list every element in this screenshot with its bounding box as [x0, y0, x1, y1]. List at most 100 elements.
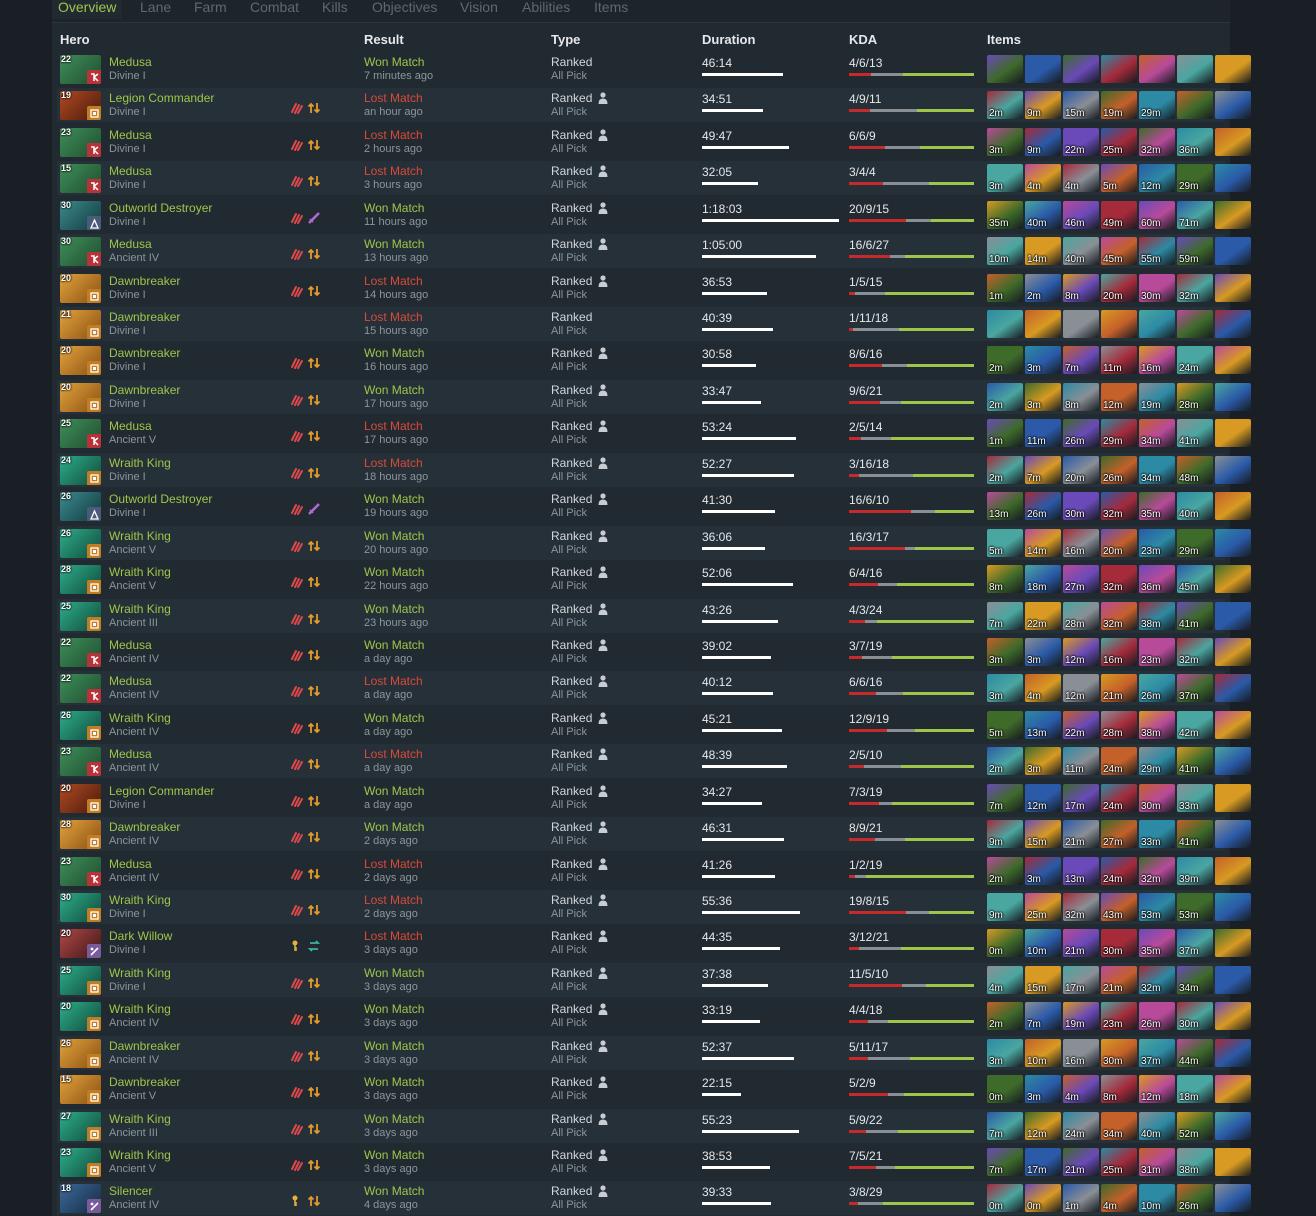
hero-name[interactable]: Silencer [109, 1184, 152, 1198]
item-icon[interactable]: 16m [1063, 528, 1099, 557]
item-icon[interactable]: 12m [1063, 637, 1099, 666]
duration-column-header[interactable]: Duration [702, 32, 755, 47]
item-icon[interactable]: 37m [1139, 1038, 1175, 1067]
hero-portrait[interactable]: 28 [60, 565, 101, 594]
item-icon[interactable]: 2m [1025, 273, 1061, 302]
hero-portrait[interactable]: 23 [60, 747, 101, 777]
item-icon[interactable]: 38m [1139, 601, 1175, 630]
item-icon[interactable]: 12m [1101, 382, 1137, 411]
item-icon[interactable]: 12m [1139, 1075, 1175, 1103]
item-icon[interactable]: 30m [1101, 1038, 1137, 1067]
item-icon[interactable]: 21m [1063, 820, 1099, 848]
item-icon[interactable] [1215, 856, 1251, 885]
item-icon[interactable]: 52m [1177, 1111, 1213, 1140]
item-icon[interactable]: 17m [1063, 965, 1099, 994]
item-icon[interactable]: 24m [1101, 783, 1137, 812]
item-icon[interactable]: 5m [987, 528, 1023, 557]
match-result[interactable]: Lost Match [364, 893, 423, 907]
match-result[interactable]: Won Match [364, 1075, 424, 1089]
table-row[interactable]: 23 Medusa Divine I Lost Match 2 hours ago Ran… [57, 125, 1251, 159]
hero-name[interactable]: Medusa [109, 419, 152, 433]
item-icon[interactable]: 3m [1025, 382, 1061, 411]
hero-name[interactable]: Dawnbreaker [109, 274, 180, 288]
item-icon[interactable]: 1m [987, 419, 1023, 448]
item-icon[interactable] [1215, 346, 1251, 375]
item-icon[interactable]: 33m [1139, 820, 1175, 848]
table-row[interactable]: 20 Legion Commander Divine I Won Match a day… [57, 781, 1251, 815]
item-icon[interactable]: 43m [1101, 892, 1137, 921]
tab-kills[interactable]: Kills [316, 0, 354, 19]
item-icon[interactable]: 13m [1025, 710, 1061, 739]
match-result[interactable]: Won Match [364, 383, 424, 397]
item-icon[interactable]: 30m [1177, 1002, 1213, 1031]
item-icon[interactable]: 5m [1101, 164, 1137, 193]
item-icon[interactable]: 9m [1025, 91, 1061, 120]
item-icon[interactable]: 38m [1177, 1147, 1213, 1176]
item-icon[interactable] [1215, 929, 1251, 958]
hero-portrait[interactable]: 24 [60, 455, 101, 485]
item-icon[interactable]: 46m [1063, 200, 1099, 229]
match-result[interactable]: Lost Match [364, 857, 423, 871]
item-icon[interactable]: 5m [987, 710, 1023, 739]
hero-name[interactable]: Dawnbreaker [109, 1039, 180, 1053]
item-icon[interactable]: 29m [1101, 419, 1137, 448]
table-row[interactable]: 28 Dawnbreaker Ancient IV Won Match 2 days a… [57, 817, 1251, 851]
hero-portrait[interactable]: 26 [60, 710, 101, 740]
hero-name[interactable]: Outworld Destroyer [109, 492, 212, 506]
hero-portrait[interactable]: 22 [60, 674, 101, 704]
item-icon[interactable] [1215, 382, 1251, 411]
table-row[interactable]: 28 Wraith King Ancient V Won Match 22 hours … [57, 562, 1251, 596]
tab-abilities[interactable]: Abilities [516, 0, 576, 19]
item-icon[interactable]: 25m [1101, 127, 1137, 156]
item-icon[interactable]: 40m [1139, 1111, 1175, 1140]
item-icon[interactable]: 16m [1139, 346, 1175, 375]
item-icon[interactable]: 32m [1177, 273, 1213, 302]
item-icon[interactable]: 25m [1025, 892, 1061, 921]
item-icon[interactable] [1215, 528, 1251, 557]
hero-name[interactable]: Dawnbreaker [109, 820, 180, 834]
match-result[interactable]: Won Match [364, 201, 424, 215]
item-icon[interactable]: 29m [1177, 528, 1213, 557]
item-icon[interactable]: 23m [1139, 637, 1175, 666]
hero-name[interactable]: Legion Commander [109, 91, 214, 105]
item-icon[interactable]: 2m [987, 346, 1023, 375]
item-icon[interactable]: 40m [1177, 492, 1213, 521]
hero-portrait[interactable]: 23 [60, 1147, 101, 1177]
table-row[interactable]: 30 Wraith King Divine I Lost Match 2 days ag… [57, 889, 1251, 924]
item-icon[interactable]: 0m [1025, 1184, 1061, 1213]
item-icon[interactable] [1215, 674, 1251, 703]
kda-column-header[interactable]: KDA [849, 32, 877, 47]
item-icon[interactable]: 16m [1063, 1038, 1099, 1067]
item-icon[interactable]: 37m [1177, 929, 1213, 958]
table-row[interactable]: 26 Outworld Destroyer Divine I Won Match 19 … [57, 489, 1251, 523]
item-icon[interactable] [1139, 310, 1175, 338]
tab-farm[interactable]: Farm [188, 0, 233, 19]
item-icon[interactable]: 49m [1101, 200, 1137, 229]
hero-portrait[interactable]: 19 [60, 91, 101, 121]
match-result[interactable]: Won Match [364, 237, 424, 251]
item-icon[interactable]: 18m [1025, 565, 1061, 593]
item-icon[interactable]: 10m [987, 237, 1023, 266]
item-icon[interactable]: 26m [1139, 1002, 1175, 1031]
hero-portrait[interactable]: 27 [60, 1111, 101, 1141]
items-column-header[interactable]: Items [987, 32, 1021, 47]
table-row[interactable]: 23 Medusa Ancient IV Lost Match 2 days ago Ra… [57, 854, 1251, 888]
hero-name[interactable]: Medusa [109, 638, 152, 652]
match-result[interactable]: Lost Match [364, 747, 423, 761]
hero-column-header[interactable]: Hero [60, 32, 90, 47]
item-icon[interactable]: 26m [1177, 1184, 1213, 1213]
match-result[interactable]: Won Match [364, 492, 424, 506]
table-row[interactable]: 25 Wraith King Divine I Won Match 3 days ago… [57, 962, 1251, 997]
match-result[interactable]: Won Match [364, 1002, 424, 1016]
item-icon[interactable]: 35m [1139, 492, 1175, 521]
hero-portrait[interactable]: 22 [60, 637, 101, 667]
item-icon[interactable]: 34m [1177, 965, 1213, 994]
item-icon[interactable]: 32m [1139, 965, 1175, 994]
item-icon[interactable]: 34m [1139, 455, 1175, 484]
match-result[interactable]: Won Match [364, 638, 424, 652]
item-icon[interactable]: 30m [1139, 783, 1175, 812]
hero-name[interactable]: Wraith King [109, 565, 171, 579]
item-icon[interactable] [1215, 492, 1251, 521]
item-icon[interactable]: 15m [1063, 91, 1099, 120]
tab-items[interactable]: Items [588, 0, 634, 19]
